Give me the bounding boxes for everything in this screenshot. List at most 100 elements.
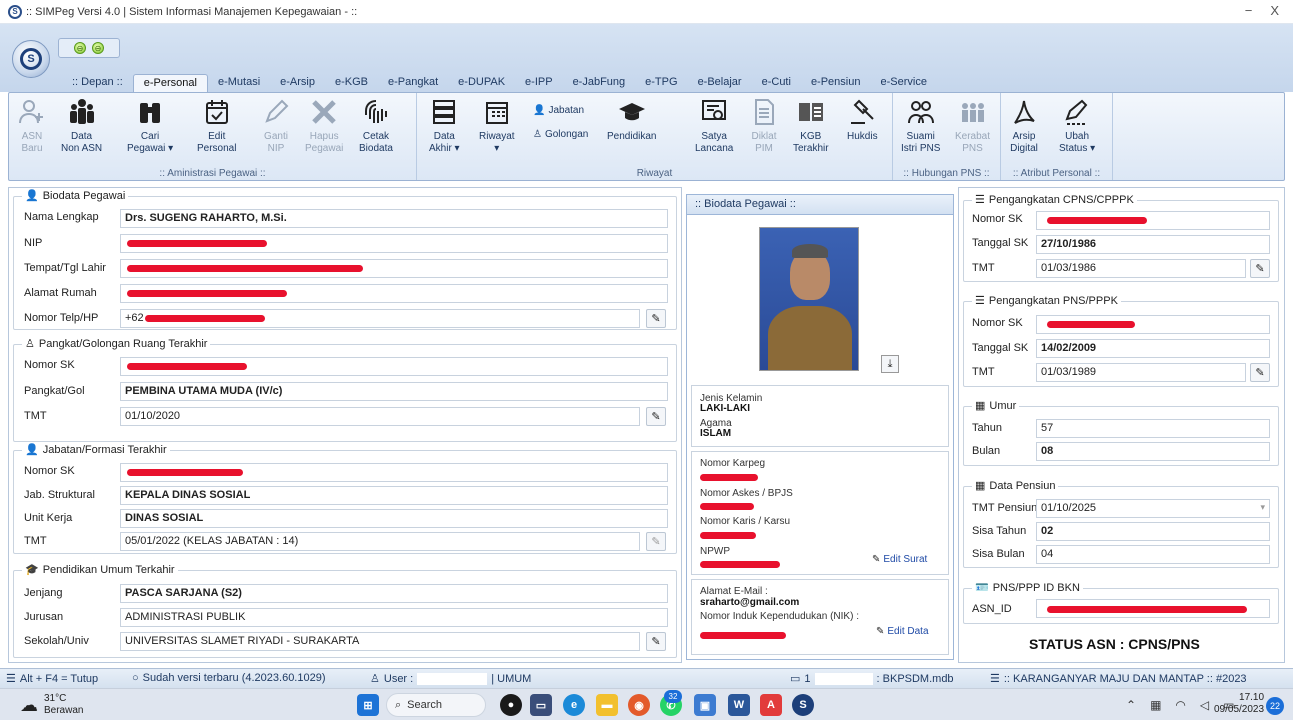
jab-struktural-field[interactable]: KEPALA DINAS SOSIAL — [120, 486, 668, 505]
ribbon-tabs: :: Depan :: e-Personal e-Mutasi e-Arsip e-KG… — [62, 74, 937, 92]
jabatan-button[interactable]: 👤 Jabatan — [533, 105, 584, 116]
notification-center-badge[interactable]: 22 — [1266, 697, 1284, 715]
word-icon[interactable]: W — [728, 694, 750, 716]
pangkat-nomor-sk-field[interactable] — [120, 357, 668, 376]
edit-pns-button[interactable]: ✎ — [1250, 363, 1270, 382]
cpns-tmt-field[interactable]: 01/03/1986 — [1036, 259, 1246, 278]
edit-surat-button[interactable]: ✎ Edit Surat — [872, 554, 927, 565]
file-explorer-icon[interactable]: ▬ — [596, 694, 618, 716]
chrome-icon[interactable]: ◉ — [628, 694, 650, 716]
wifi-icon[interactable]: ◠ — [1175, 698, 1185, 712]
tab-emutasi[interactable]: e-Mutasi — [208, 74, 270, 92]
pendidikan-button[interactable]: Pendidikan — [607, 97, 656, 143]
sisa-bulan-field[interactable]: 04 — [1036, 545, 1270, 564]
edit-cpns-button[interactable]: ✎ — [1250, 259, 1270, 278]
tab-ebelajar[interactable]: e-Belajar — [688, 74, 752, 92]
cetak-biodata-button[interactable]: Cetak Biodata — [359, 97, 393, 155]
nama-lengkap-field[interactable]: Drs. SUGENG RAHARTO, M.Si. — [120, 209, 668, 228]
tab-epersonal[interactable]: e-Personal — [132, 74, 208, 92]
cpns-nomor-sk-field[interactable] — [1036, 211, 1270, 230]
pencil-icon: ✎ — [651, 411, 661, 423]
pangkat-tmt-field[interactable]: 01/10/2020 — [120, 407, 640, 426]
volume-icon[interactable]: ◁ — [1200, 698, 1209, 712]
sisa-tahun-field[interactable]: 02 — [1036, 522, 1270, 541]
hukdis-button[interactable]: Hukdis — [847, 97, 878, 143]
tempat-tgl-lahir-field[interactable] — [120, 259, 668, 278]
chevron-up-icon[interactable]: ⌃ — [1126, 698, 1136, 712]
unit-kerja-field[interactable]: DINAS SOSIAL — [120, 509, 668, 528]
tab-ejabfung[interactable]: e-JabFung — [563, 74, 636, 92]
riwayat-button[interactable]: Riwayat ▾ — [479, 97, 515, 155]
kerabat-pns-button[interactable]: Kerabat PNS — [955, 97, 990, 155]
data-akhir-button[interactable]: Data Akhir ▾ — [429, 97, 460, 155]
telp-field[interactable]: +62 — [120, 309, 640, 328]
tab-epangkat[interactable]: e-Pangkat — [378, 74, 448, 92]
edit-personal-button[interactable]: Edit Personal — [197, 97, 236, 155]
tab-ekgb[interactable]: e-KGB — [325, 74, 378, 92]
alamat-rumah-field[interactable] — [120, 284, 668, 303]
tab-epensiun[interactable]: e-Pensiun — [801, 74, 871, 92]
pns-tmt-field[interactable]: 01/03/1989 — [1036, 363, 1246, 382]
cpns-tanggal-sk-field[interactable]: 27/10/1986 — [1036, 235, 1270, 254]
tab-etpg[interactable]: e-TPG — [635, 74, 687, 92]
close-button[interactable]: X — [1270, 3, 1279, 18]
pns-nomor-sk-field[interactable] — [1036, 315, 1270, 334]
tmt-pensiun-select[interactable]: 01/10/2025 ▾ — [1036, 499, 1270, 518]
edit-pangkat-button[interactable]: ✎ — [646, 407, 666, 426]
edge-icon[interactable]: e — [563, 694, 585, 716]
tab-edupak[interactable]: e-DUPAK — [448, 74, 515, 92]
diklat-pim-button[interactable]: Diklat PIM — [749, 97, 779, 155]
tab-eipp[interactable]: e-IPP — [515, 74, 563, 92]
pns-tanggal-sk-field[interactable]: 14/02/2009 — [1036, 339, 1270, 358]
data-non-asn-button[interactable]: Data Non ASN — [61, 97, 102, 155]
weather-widget[interactable]: ☁ 31°C Berawan — [20, 693, 83, 717]
umur-tahun-field[interactable]: 57 — [1036, 419, 1270, 438]
jabatan-nomor-sk-field[interactable] — [120, 463, 668, 482]
nip-field[interactable] — [120, 234, 668, 253]
clock[interactable]: 17.10 09/05/2023 — [1214, 692, 1264, 716]
windows-start-icon[interactable]: ⊞ — [357, 694, 379, 716]
keyboard-icon[interactable]: ▦ — [1150, 698, 1161, 712]
edit-telp-button[interactable]: ✎ — [646, 309, 666, 328]
acrobat-icon[interactable]: A — [760, 694, 782, 716]
arsip-digital-button[interactable]: Arsip Digital — [1009, 97, 1039, 155]
tab-eservice[interactable]: e-Service — [870, 74, 936, 92]
ganti-nip-button[interactable]: Ganti NIP — [261, 97, 291, 155]
suami-istri-button[interactable]: Suami Istri PNS — [901, 97, 940, 155]
jurusan-field[interactable]: ADMINISTRASI PUBLIK — [120, 608, 668, 627]
qat-green-button-1[interactable]: ⊖ — [74, 42, 86, 54]
tab-ecuti[interactable]: e-Cuti — [752, 74, 801, 92]
jabatan-tmt-field[interactable]: 05/01/2022 (KELAS JABATAN : 14) — [120, 532, 640, 551]
redacted-mark — [1047, 606, 1247, 613]
edit-pen-icon — [1065, 99, 1088, 125]
pangkat-gol-field[interactable]: PEMBINA UTAMA MUDA (IV/c) — [120, 382, 668, 401]
cari-pegawai-button[interactable]: Cari Pegawai ▾ — [127, 97, 173, 155]
golongan-button[interactable]: ♙ Golongan — [533, 129, 588, 140]
hapus-pegawai-button[interactable]: Hapus Pegawai — [305, 97, 343, 155]
edit-jabatan-button[interactable]: ✎ — [646, 532, 666, 551]
simpeg-taskbar-icon[interactable]: S — [792, 694, 814, 716]
taskbar-app-icon[interactable]: ● — [500, 694, 522, 716]
download-icon: ⤓ — [887, 357, 893, 370]
sekolah-field[interactable]: UNIVERSITAS SLAMET RIYADI - SURAKARTA — [120, 632, 640, 651]
asn-baru-button[interactable]: ASN Baru — [17, 97, 47, 155]
redacted-mark — [127, 363, 247, 370]
minimize-button[interactable]: − — [1245, 3, 1253, 18]
task-view-icon[interactable]: ▭ — [530, 694, 552, 716]
tab-earsip[interactable]: e-Arsip — [270, 74, 325, 92]
edit-pendidikan-button[interactable]: ✎ — [646, 632, 666, 651]
umur-bulan-field[interactable]: 08 — [1036, 442, 1270, 461]
tab-depan[interactable]: :: Depan :: — [62, 74, 133, 92]
jenjang-field[interactable]: PASCA SARJANA (S2) — [120, 584, 668, 603]
app-menu-orb[interactable]: S — [12, 40, 50, 78]
taskbar-search[interactable]: ⌕ Search — [386, 693, 486, 717]
asn-id-field[interactable] — [1036, 599, 1270, 618]
edit-data-button[interactable]: ✎ Edit Data — [876, 626, 929, 637]
image-viewer-icon[interactable]: ▣ — [694, 694, 716, 716]
qat-green-button-2[interactable]: ⊖ — [92, 42, 104, 54]
download-photo-button[interactable]: ⤓ — [881, 355, 899, 373]
kgb-terakhir-button[interactable]: KGB Terakhir — [793, 97, 829, 155]
satya-lancana-button[interactable]: Satya Lancana — [695, 97, 733, 155]
ubah-status-button[interactable]: Ubah Status ▾ — [1059, 97, 1095, 155]
group-riwayat: Data Akhir ▾ Riwayat ▾ 👤 Jabatan ♙ Golongan … — [417, 93, 893, 180]
